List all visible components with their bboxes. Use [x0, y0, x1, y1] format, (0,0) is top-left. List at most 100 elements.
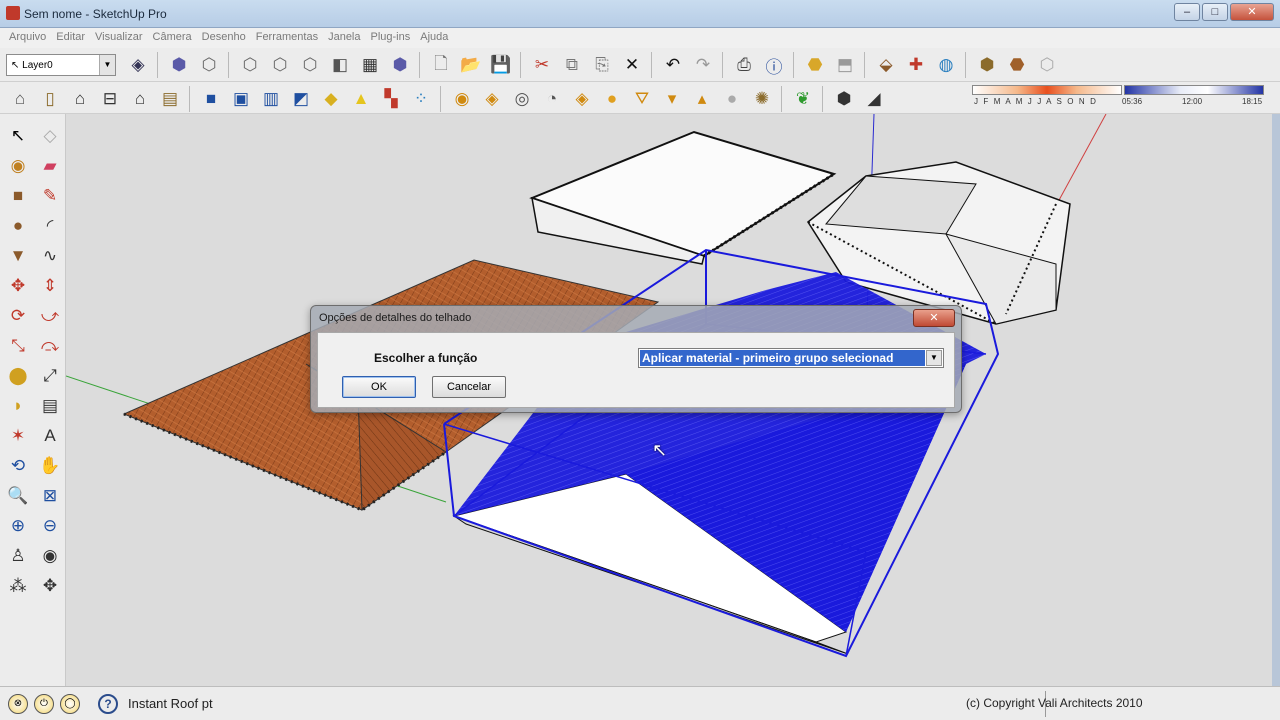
tape-measure-icon[interactable]: ⬤	[3, 362, 33, 390]
menu-plugins[interactable]: Plug-ins	[366, 28, 416, 48]
toggle-terrain-icon[interactable]: ⬡	[1033, 51, 1061, 79]
menu-editar[interactable]: Editar	[51, 28, 90, 48]
redo-icon[interactable]: ↷	[689, 51, 717, 79]
layer-select[interactable]: ↖ Layer0 ▼	[6, 54, 116, 76]
warehouse-icon[interactable]: ⬣	[801, 51, 829, 79]
geo-location-icon[interactable]: ◍	[932, 51, 960, 79]
select-icon[interactable]: ↖	[3, 122, 33, 150]
save-icon[interactable]: 💾	[487, 51, 515, 79]
eraser-icon[interactable]: ◇	[35, 122, 65, 150]
monochrome-icon[interactable]: ▦	[356, 51, 384, 79]
time-slider[interactable]	[1124, 85, 1264, 95]
signin-status-icon[interactable]: ◯	[60, 694, 80, 714]
tag-icon[interactable]: ◈	[478, 85, 506, 113]
shadow-settings-icon[interactable]: ◢	[860, 85, 888, 113]
paint-bucket-icon[interactable]: ◉	[3, 152, 33, 180]
extension-icon[interactable]: ✚	[902, 51, 930, 79]
help-icon[interactable]: ?	[98, 694, 118, 714]
dimension-icon[interactable]: ⤢	[35, 362, 65, 390]
menu-arquivo[interactable]: Arquivo	[4, 28, 51, 48]
front-view-icon[interactable]: ⬡	[266, 51, 294, 79]
shadow-icon[interactable]: ▲	[347, 85, 375, 113]
push-pull-icon[interactable]: ⇕	[35, 272, 65, 300]
model-info-icon[interactable]: ⓘ	[760, 51, 788, 79]
orbit-icon[interactable]: ⟲	[3, 452, 33, 480]
minimize-button[interactable]: –	[1174, 3, 1200, 21]
scale-icon[interactable]: ⤡	[3, 332, 33, 360]
back-view-icon[interactable]: ◧	[326, 51, 354, 79]
previous-view-icon[interactable]: ⊖	[35, 512, 65, 540]
polygon-icon[interactable]: ▼	[3, 242, 33, 270]
maximize-button[interactable]: □	[1202, 3, 1228, 21]
new-icon[interactable]: 🗋	[427, 51, 455, 79]
move-icon[interactable]: ✥	[3, 272, 33, 300]
cut-icon[interactable]: ✂	[528, 51, 556, 79]
pencil-icon[interactable]: ✎	[35, 182, 65, 210]
rotate-icon[interactable]: ⟳	[3, 302, 33, 330]
bug-icon[interactable]: ✺	[748, 85, 776, 113]
print-icon[interactable]: ⎙	[730, 51, 758, 79]
house-icon[interactable]: ⌂	[66, 85, 94, 113]
label-icon[interactable]: ◈	[568, 85, 596, 113]
menu-janela[interactable]: Janela	[323, 28, 365, 48]
credits-status-icon[interactable]: ⏻	[34, 694, 54, 714]
close-button[interactable]: ✕	[1230, 3, 1274, 21]
open-icon[interactable]: 📂	[457, 51, 485, 79]
offset-icon[interactable]: ⤼	[35, 332, 65, 360]
protractor-icon[interactable]: ◗	[3, 392, 33, 420]
stairs-icon[interactable]: ▤	[156, 85, 184, 113]
sandbox-icon[interactable]: ◩	[287, 85, 315, 113]
instant-roof-icon[interactable]: ◉	[448, 85, 476, 113]
copy-icon[interactable]: ⧉	[558, 51, 586, 79]
function-select[interactable]: Aplicar material - primeiro grupo seleci…	[638, 348, 944, 368]
section-display-icon[interactable]: ▣	[227, 85, 255, 113]
terrain-icon[interactable]: ⬣	[1003, 51, 1031, 79]
arc-icon[interactable]: ◜	[35, 212, 65, 240]
pyramid-icon[interactable]: ▾	[658, 85, 686, 113]
menu-ajuda[interactable]: Ajuda	[415, 28, 453, 48]
zoom-icon[interactable]: 🔍	[3, 482, 33, 510]
component-icon[interactable]: ⬢	[165, 51, 193, 79]
3d-text-icon[interactable]: A	[35, 422, 65, 450]
iso-view-icon[interactable]: ⬡	[195, 51, 223, 79]
sphere-icon[interactable]: ●	[598, 85, 626, 113]
ok-button[interactable]: OK	[342, 376, 416, 398]
right-view-icon[interactable]: ⬡	[296, 51, 324, 79]
cancel-button[interactable]: Cancelar	[432, 376, 506, 398]
freehand-icon[interactable]: ∿	[35, 242, 65, 270]
section-cut-icon[interactable]: ▥	[257, 85, 285, 113]
menu-camera[interactable]: Câmera	[148, 28, 197, 48]
fog-icon[interactable]: ◆	[317, 85, 345, 113]
house-outline-icon[interactable]: ⌂	[126, 85, 154, 113]
color-dots-icon[interactable]: ⁘	[407, 85, 435, 113]
component-share-icon[interactable]: ⬙	[872, 51, 900, 79]
zoom-extents-icon[interactable]: ⊕	[3, 512, 33, 540]
rgb-blocks-icon[interactable]: ▚	[377, 85, 405, 113]
roof-icon[interactable]: ⛛	[628, 85, 656, 113]
follow-me-icon[interactable]: ⤻	[35, 302, 65, 330]
section-plane-icon[interactable]: ✥	[35, 572, 65, 600]
eraser-alt-icon[interactable]: ▰	[35, 152, 65, 180]
menu-ferramentas[interactable]: Ferramentas	[251, 28, 323, 48]
walk-icon[interactable]: ⁂	[3, 572, 33, 600]
pan-icon[interactable]: ✋	[35, 452, 65, 480]
look-around-icon[interactable]: ◉	[35, 542, 65, 570]
position-camera-icon[interactable]: ♙	[3, 542, 33, 570]
section-plane-icon[interactable]: ■	[197, 85, 225, 113]
geo-location-status-icon[interactable]: ⊗	[8, 694, 28, 714]
undo-icon[interactable]: ↶	[659, 51, 687, 79]
shadows-toggle-icon[interactable]: ⬢	[830, 85, 858, 113]
axes-icon[interactable]: ✶	[3, 422, 33, 450]
xray-icon[interactable]: ⬢	[386, 51, 414, 79]
window-frame-icon[interactable]: ⊟	[96, 85, 124, 113]
house-3d-icon[interactable]: ⌂	[6, 85, 34, 113]
rectangle-icon[interactable]: ■	[3, 182, 33, 210]
chevron-down-icon[interactable]: ▼	[926, 350, 942, 366]
zoom-window-icon[interactable]: ⊠	[35, 482, 65, 510]
date-slider[interactable]	[972, 85, 1122, 95]
menu-visualizar[interactable]: Visualizar	[90, 28, 148, 48]
top-view-icon[interactable]: ⬡	[236, 51, 264, 79]
layer-manager-icon[interactable]: ◈	[124, 51, 152, 79]
menu-desenho[interactable]: Desenho	[197, 28, 251, 48]
text-icon[interactable]: ▤	[35, 392, 65, 420]
